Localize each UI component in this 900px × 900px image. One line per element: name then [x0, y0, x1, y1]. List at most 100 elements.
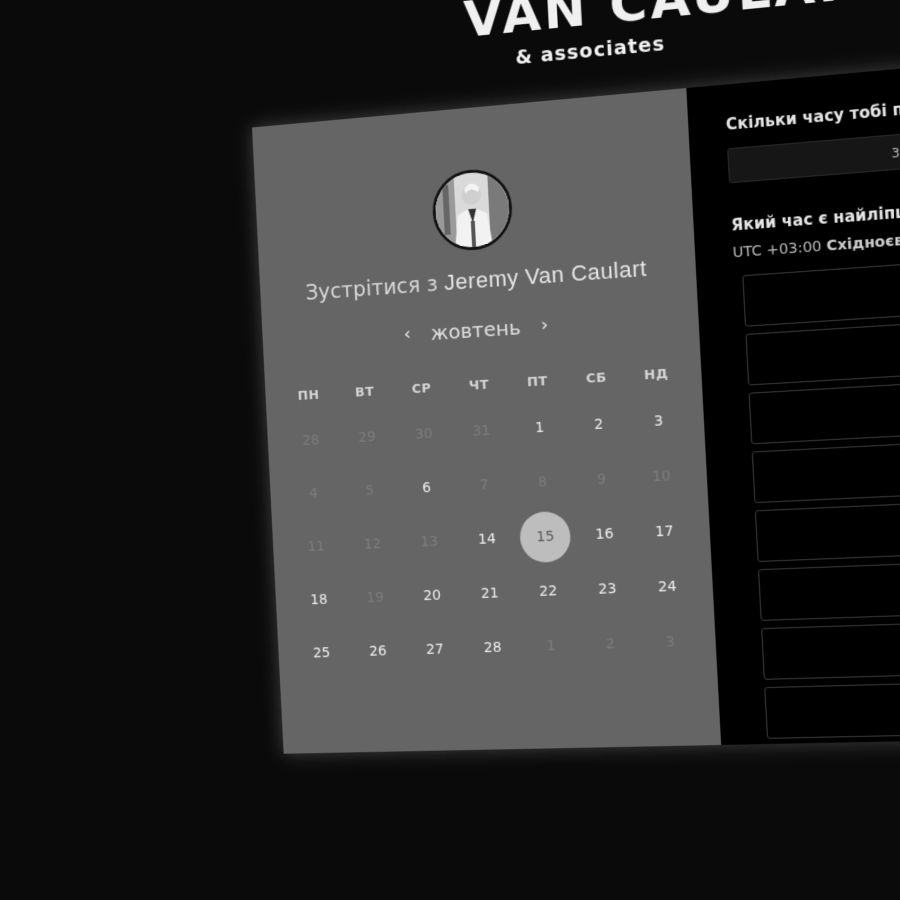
calendar-day[interactable]: 14: [457, 513, 518, 566]
timezone-name: Східноєвро: [825, 230, 900, 255]
calendar-day[interactable]: 28: [462, 622, 523, 674]
meet-heading: Зустрітися з Jeremy Van Caulart: [260, 252, 697, 309]
calendar-day-number: 2: [605, 635, 616, 653]
calendar-day[interactable]: 20: [402, 570, 462, 622]
calendar-day: 2: [579, 618, 641, 671]
calendar-day-number: 28: [483, 639, 502, 657]
calendar-day: 4: [285, 468, 343, 520]
calendar-day-number: 29: [358, 429, 377, 446]
time-slot-button[interactable]: [751, 433, 900, 504]
calendar-day-number: 27: [425, 641, 445, 658]
calendar-day-number: 15: [519, 510, 572, 564]
calendar-day-number: 31: [472, 422, 491, 440]
calendar-day: 28: [282, 414, 340, 466]
time-slot-button[interactable]: [757, 555, 900, 621]
calendar-day-number: 13: [420, 533, 439, 551]
weekday-label: СБ: [585, 369, 608, 387]
brand-header: VAN CAULAR & associates: [407, 0, 900, 79]
calendar-day: 5: [340, 465, 399, 517]
duration-question: Скільки часу тобі пот: [725, 98, 900, 134]
calendar-day: 31: [451, 405, 512, 458]
calendar-day: 29: [338, 411, 397, 464]
calendar-day: 10: [630, 450, 693, 504]
calendar-day: 3: [639, 616, 702, 669]
calendar-day-number: 1: [534, 419, 545, 437]
time-slot-button[interactable]: [754, 494, 900, 563]
timezone-offset: UTC +03:00: [732, 238, 823, 262]
time-slot-button[interactable]: [764, 677, 900, 739]
chevron-right-icon[interactable]: ›: [526, 313, 562, 337]
calendar-day-number: 10: [651, 468, 672, 486]
calendar-day-number: 19: [366, 589, 385, 607]
weekday-label: ПТ: [526, 373, 549, 390]
calendar-day-number: 3: [653, 413, 664, 430]
calendar-day: 11: [287, 521, 345, 573]
calendar-day-number: 8: [537, 474, 548, 491]
calendar-day: 12: [343, 518, 402, 570]
chevron-left-icon[interactable]: ‹: [390, 323, 425, 346]
calendar-day[interactable]: 1: [509, 401, 570, 455]
timezone-label: UTC +03:00 Східноєвро: [732, 231, 900, 262]
calendar-day-number: 11: [307, 538, 326, 556]
calendar-day-number: 16: [595, 525, 615, 543]
calendar-day-number: 25: [312, 645, 331, 662]
booking-card: Зустрітися з Jeremy Van Caulart ‹ жовтен…: [252, 56, 900, 754]
calendar-day: 7: [454, 459, 515, 512]
calendar-day[interactable]: 2: [568, 398, 630, 452]
calendar-day-number: 2: [593, 416, 604, 434]
meet-prefix: Зустрітися з: [304, 271, 439, 305]
weekday-label: ПН: [297, 387, 320, 404]
calendar-grid: ПН ВТ СР ЧТ ПТ СБ НД 28 29 30 31 1 2 3 4 5 6 7 8 9 10 11 12 13…: [280, 353, 703, 680]
calendar-day[interactable]: 21: [460, 567, 521, 619]
calendar-day-number: 9: [596, 471, 607, 488]
calendar-day-number: 6: [421, 480, 432, 497]
calendar-day-number: 26: [368, 643, 388, 660]
calendar-day-number: 4: [308, 485, 319, 502]
calendar-day: 13: [400, 516, 460, 568]
calendar-day: 30: [394, 408, 454, 461]
calendar-day: 1: [520, 620, 581, 672]
calendar-day-number: 3: [665, 634, 676, 651]
calendar-day[interactable]: 6: [397, 462, 457, 515]
calendar-day[interactable]: 25: [293, 628, 351, 679]
calendar-day[interactable]: 16: [574, 508, 636, 561]
calendar-day-number: 1: [546, 637, 557, 655]
calendar-day-number: 22: [538, 583, 558, 600]
screen: VAN CAULAR & associates: [0, 0, 900, 900]
calendar-day-number: 7: [479, 477, 490, 494]
calendar-day-number: 24: [657, 578, 677, 596]
weekday-label: ЧТ: [468, 377, 490, 394]
weekday-label: ВТ: [354, 384, 375, 401]
calendar-day[interactable]: 22: [518, 565, 579, 618]
calendar-day-number: 23: [597, 580, 617, 598]
calendar-day[interactable]: 23: [576, 563, 638, 616]
calendar-panel: Зустрітися з Jeremy Van Caulart ‹ жовтен…: [252, 88, 722, 754]
weekday-label: СР: [411, 380, 432, 397]
calendar-day-number: 14: [477, 531, 497, 548]
time-slot-button[interactable]: [761, 616, 900, 680]
calendar-day[interactable]: 3: [627, 394, 690, 448]
calendar-day-number: 12: [363, 536, 382, 553]
host-name: Jeremy Van Caulart: [443, 255, 648, 296]
calendar-day-selected[interactable]: 15: [515, 510, 576, 564]
calendar-day-number: 30: [414, 425, 434, 443]
schedule-panel: Скільки часу тобі пот 30 Який час є найл…: [686, 56, 900, 745]
calendar-day[interactable]: 24: [636, 560, 699, 613]
month-navigation: ‹ жовтень ›: [262, 301, 699, 355]
calendar-day-number: 17: [654, 523, 675, 541]
avatar: [430, 166, 515, 253]
weekday-label: НД: [643, 366, 669, 383]
calendar-day[interactable]: 18: [290, 574, 348, 625]
time-question: Який час є найліпши: [730, 201, 900, 235]
calendar-weeks: 28 29 30 31 1 2 3 4 5 6 7 8 9 10 11 12 13 14 15 16 17 18 19 20 2…: [282, 392, 703, 681]
calendar-day[interactable]: 17: [633, 505, 696, 559]
calendar-day[interactable]: 27: [405, 624, 465, 676]
time-slot-button[interactable]: [742, 250, 900, 327]
calendar-day: 9: [571, 453, 633, 507]
calendar-day-number: 18: [310, 591, 328, 609]
calendar-day-number: 21: [480, 585, 500, 603]
calendar-day-number: 5: [365, 482, 375, 500]
person-portrait-icon: [433, 169, 511, 250]
calendar-day-number: 28: [302, 432, 320, 449]
calendar-day[interactable]: 26: [348, 626, 407, 677]
